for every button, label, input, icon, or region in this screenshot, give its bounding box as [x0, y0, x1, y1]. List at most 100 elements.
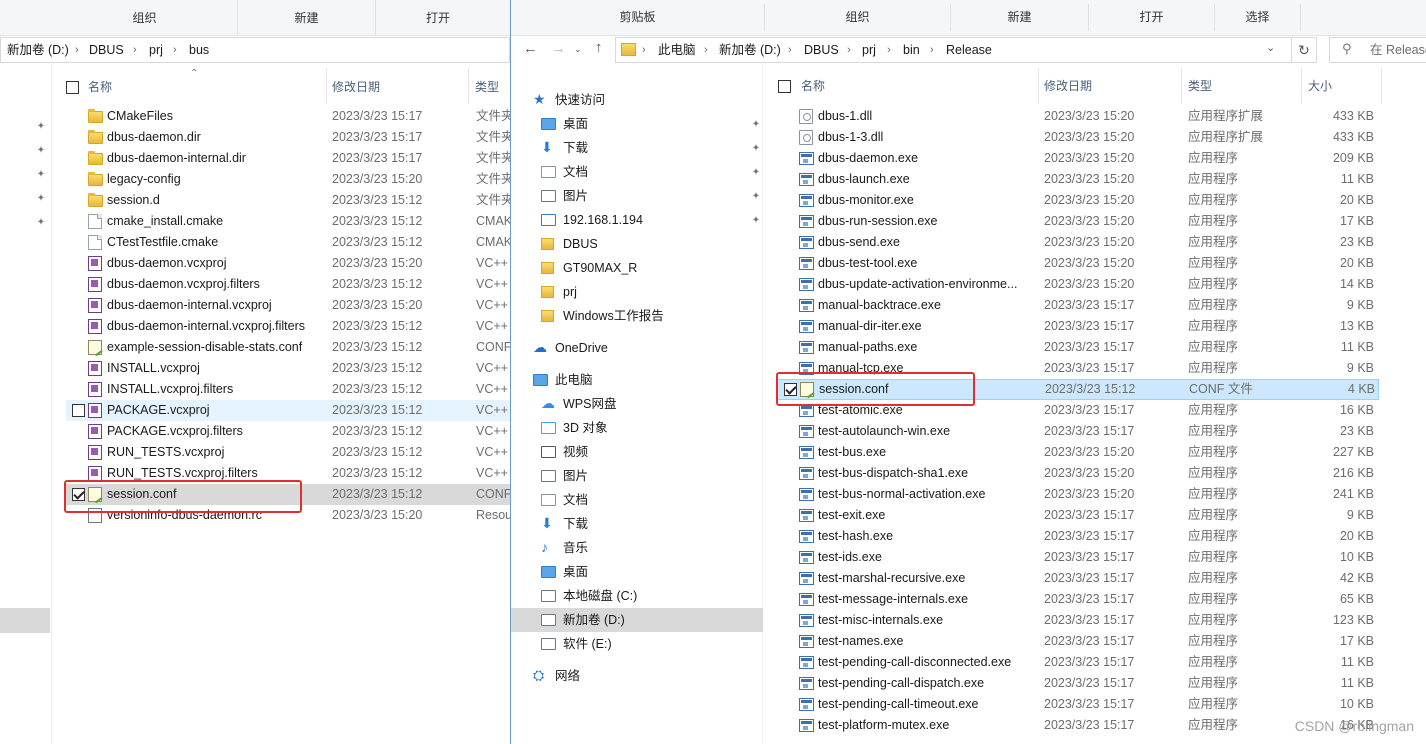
ribbon-new[interactable]: 新建 — [238, 0, 376, 36]
address-dropdown-icon[interactable]: ⌄ — [1266, 41, 1275, 54]
pin-icon[interactable]: ✦ — [751, 143, 761, 154]
row-checkbox[interactable] — [72, 404, 85, 417]
crumb-drive-d[interactable]: 新加卷 (D:) — [7, 38, 69, 62]
column-header-type[interactable]: 类型 — [475, 74, 499, 100]
nav-item[interactable]: ♪ 音乐 — [541, 536, 763, 560]
crumb-dbus[interactable]: DBUS — [89, 38, 124, 62]
table-row[interactable]: PACKAGE.vcxproj.filters 2023/3/23 15:12 VC… — [66, 421, 510, 442]
ribbon-open[interactable]: 打开 — [376, 0, 500, 36]
column-header-name[interactable]: 名称 — [88, 74, 112, 100]
table-row[interactable]: dbus-run-session.exe 2023/3/23 15:20 应用程序 1… — [777, 211, 1379, 232]
nav-item[interactable]: 文档 ✦ — [541, 160, 763, 184]
column-header-modified[interactable]: 修改日期 — [1044, 73, 1092, 99]
table-row[interactable]: dbus-daemon.vcxproj.filters 2023/3/23 15:… — [66, 274, 510, 295]
table-row[interactable]: dbus-daemon.exe 2023/3/23 15:20 应用程序 209 KB — [777, 148, 1379, 169]
crumb-drive-d[interactable]: 新加卷 (D:) — [719, 38, 781, 62]
nav-item[interactable]: 本地磁盘 (C:) — [541, 584, 763, 608]
ribbon-new[interactable]: 新建 — [951, 4, 1089, 31]
table-row[interactable]: dbus-daemon.dir 2023/3/23 15:17 文件夹 — [66, 127, 510, 148]
recent-dropdown-icon[interactable]: ⌄ — [574, 44, 582, 55]
refresh-icon[interactable]: ↻ — [1291, 37, 1317, 63]
table-row[interactable]: dbus-update-activation-environme... 2023/… — [777, 274, 1379, 295]
up-arrow-icon[interactable]: ↑ — [595, 39, 603, 56]
right-address-bar[interactable]: › 此电脑 › 新加卷 (D:) › DBUS › prj › bin › Re… — [615, 37, 1293, 63]
nav-item[interactable]: Windows工作报告 — [541, 304, 763, 328]
table-row[interactable]: test-message-internals.exe 2023/3/23 15:1… — [777, 589, 1379, 610]
table-row[interactable]: test-pending-call-timeout.exe 2023/3/23 1… — [777, 694, 1379, 715]
crumb-dbus[interactable]: DBUS — [804, 38, 839, 62]
column-header-type[interactable]: 类型 — [1188, 73, 1212, 99]
crumb-release[interactable]: Release — [946, 38, 992, 62]
table-row[interactable]: dbus-1.dll 2023/3/23 15:20 应用程序扩展 433 KB — [777, 106, 1379, 127]
nav-item[interactable]: GT90MAX_R — [541, 256, 763, 280]
nav-item[interactable]: 视频 — [541, 440, 763, 464]
back-arrow-icon[interactable]: ← — [523, 40, 538, 57]
column-header-modified[interactable]: 修改日期 — [332, 74, 380, 100]
table-row[interactable]: test-pending-call-disconnected.exe 2023/3… — [777, 652, 1379, 673]
table-row[interactable]: test-bus.exe 2023/3/23 15:20 应用程序 227 KB — [777, 442, 1379, 463]
table-row[interactable]: example-session-disable-stats.conf 2023/3… — [66, 337, 510, 358]
table-row[interactable]: RUN_TESTS.vcxproj 2023/3/23 15:12 VC++ — [66, 442, 510, 463]
table-row[interactable]: test-bus-normal-activation.exe 2023/3/23 … — [777, 484, 1379, 505]
nav-item[interactable]: DBUS — [541, 232, 763, 256]
pin-icon[interactable]: ✦ — [751, 119, 761, 130]
table-row[interactable]: test-misc-internals.exe 2023/3/23 15:17 应用… — [777, 610, 1379, 631]
ribbon-organize[interactable]: 组织 — [765, 4, 951, 31]
table-row[interactable]: INSTALL.vcxproj.filters 2023/3/23 15:12 VC… — [66, 379, 510, 400]
table-row[interactable]: INSTALL.vcxproj 2023/3/23 15:12 VC++ — [66, 358, 510, 379]
table-row[interactable]: dbus-1-3.dll 2023/3/23 15:20 应用程序扩展 433 KB — [777, 127, 1379, 148]
search-input[interactable]: ⚲ 在 Release — [1329, 37, 1426, 63]
nav-item[interactable]: 192.168.1.194 ✦ — [541, 208, 763, 232]
table-row[interactable]: dbus-daemon-internal.vcxproj 2023/3/23 15… — [66, 295, 510, 316]
ribbon-select[interactable]: 选择 — [1215, 4, 1301, 31]
table-row[interactable]: manual-dir-iter.exe 2023/3/23 15:17 应用程序 13… — [777, 316, 1379, 337]
table-row[interactable]: dbus-monitor.exe 2023/3/23 15:20 应用程序 20 KB — [777, 190, 1379, 211]
crumb-prj[interactable]: prj — [862, 38, 876, 62]
nav-item[interactable]: 软件 (E:) — [541, 632, 763, 656]
nav-item[interactable]: ★ 快速访问 — [533, 88, 763, 112]
select-all-checkbox[interactable] — [778, 80, 791, 93]
nav-item[interactable]: 新加卷 (D:) — [541, 608, 763, 632]
nav-item[interactable]: ☁ OneDrive — [533, 336, 763, 360]
table-row[interactable]: dbus-launch.exe 2023/3/23 15:20 应用程序 11 KB — [777, 169, 1379, 190]
table-row[interactable]: manual-paths.exe 2023/3/23 15:17 应用程序 11 KB — [777, 337, 1379, 358]
table-row[interactable]: cmake_install.cmake 2023/3/23 15:12 CMAKE — [66, 211, 510, 232]
column-header-size[interactable]: 大小 — [1308, 73, 1332, 99]
ribbon-organize[interactable]: 组织 — [52, 0, 238, 36]
left-address-bar[interactable]: 新加卷 (D:) › DBUS › prj › bus — [0, 37, 510, 63]
pin-icon[interactable]: ✦ — [751, 167, 761, 178]
pin-icon[interactable]: ✦ — [751, 215, 761, 226]
table-row[interactable]: test-platform-mutex.exe 2023/3/23 15:17 应用… — [777, 715, 1379, 736]
table-row[interactable]: legacy-config 2023/3/23 15:20 文件夹 — [66, 169, 510, 190]
table-row[interactable]: test-autolaunch-win.exe 2023/3/23 15:17 应用… — [777, 421, 1379, 442]
pin-icon[interactable]: ✦ — [751, 191, 761, 202]
crumb-bin[interactable]: bin — [903, 38, 920, 62]
nav-item[interactable]: ⛭ 网络 — [533, 664, 763, 688]
table-row[interactable]: dbus-send.exe 2023/3/23 15:20 应用程序 23 KB — [777, 232, 1379, 253]
crumb-this-pc[interactable]: 此电脑 — [658, 38, 696, 62]
ribbon-open[interactable]: 打开 — [1089, 4, 1215, 31]
table-row[interactable]: test-ids.exe 2023/3/23 15:17 应用程序 10 KB — [777, 547, 1379, 568]
nav-item[interactable]: 桌面 — [541, 560, 763, 584]
table-row[interactable]: dbus-test-tool.exe 2023/3/23 15:20 应用程序 20 … — [777, 253, 1379, 274]
table-row[interactable]: test-exit.exe 2023/3/23 15:17 应用程序 9 KB — [777, 505, 1379, 526]
table-row[interactable]: session.d 2023/3/23 15:12 文件夹 — [66, 190, 510, 211]
table-row[interactable]: dbus-daemon.vcxproj 2023/3/23 15:20 VC++ — [66, 253, 510, 274]
table-row[interactable]: dbus-daemon-internal.dir 2023/3/23 15:17 文… — [66, 148, 510, 169]
nav-item[interactable]: 图片 ✦ — [541, 184, 763, 208]
table-row[interactable]: PACKAGE.vcxproj 2023/3/23 15:12 VC++ — [66, 400, 510, 421]
crumb-bus[interactable]: bus — [189, 38, 209, 62]
select-all-checkbox[interactable] — [66, 81, 79, 94]
nav-item[interactable]: 图片 — [541, 464, 763, 488]
nav-item[interactable]: ⬇ 下载 — [541, 512, 763, 536]
nav-item[interactable]: 此电脑 — [533, 368, 763, 392]
crumb-prj[interactable]: prj — [149, 38, 163, 62]
nav-item[interactable]: ☁ WPS网盘 — [541, 392, 763, 416]
column-header-name[interactable]: 名称 — [801, 73, 825, 99]
forward-arrow-icon[interactable]: → — [551, 40, 566, 57]
table-row[interactable]: test-marshal-recursive.exe 2023/3/23 15:1… — [777, 568, 1379, 589]
table-row[interactable]: test-hash.exe 2023/3/23 15:17 应用程序 20 KB — [777, 526, 1379, 547]
table-row[interactable]: CMakeFiles 2023/3/23 15:17 文件夹 — [66, 106, 510, 127]
table-row[interactable]: manual-backtrace.exe 2023/3/23 15:17 应用程序 9… — [777, 295, 1379, 316]
ribbon-clipboard[interactable]: 剪贴板 — [511, 4, 765, 31]
